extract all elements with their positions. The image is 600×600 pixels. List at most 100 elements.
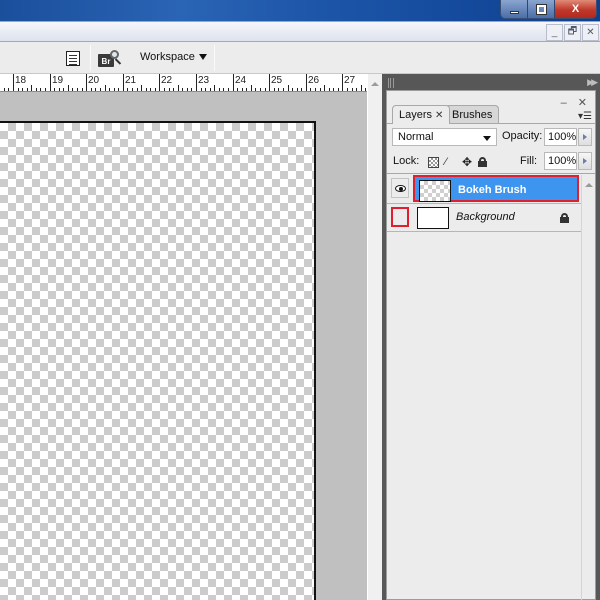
fill-slider-button[interactable]	[578, 152, 592, 170]
ruler-tick	[59, 88, 60, 91]
ruler-tick	[13, 74, 14, 91]
ruler-tick	[365, 88, 366, 91]
lock-transparency-icon[interactable]	[428, 156, 439, 168]
ruler-tick	[191, 88, 192, 91]
ruler-tick	[201, 88, 202, 91]
ruler-tick	[95, 88, 96, 91]
ruler-tick	[86, 74, 87, 91]
ruler-tick	[146, 88, 147, 91]
drag-grip-icon[interactable]	[388, 78, 394, 88]
scroll-up-icon[interactable]	[585, 183, 593, 187]
document-vertical-scrollbar[interactable]	[367, 74, 382, 600]
lock-image-icon[interactable]: ⁄	[445, 156, 456, 168]
collapse-dock-icon[interactable]: ▶▶	[587, 77, 598, 88]
ruler-tick	[4, 88, 5, 91]
ruler-tick	[356, 88, 357, 91]
ruler-label: 22	[161, 75, 173, 86]
chevron-down-icon	[483, 136, 491, 141]
blend-opacity-row: Normal Opacity: 100%	[387, 123, 595, 149]
panel-tab-bar: – ✕ Layers ✕ Brushes ▾☰	[387, 91, 595, 124]
lock-label: Lock:	[393, 155, 420, 167]
document-close-button[interactable]: ✕	[582, 24, 599, 41]
window-close-button[interactable]: X	[555, 0, 596, 18]
ruler-tick	[100, 88, 101, 91]
window-title-bar: X	[0, 0, 600, 21]
document-restore-button[interactable]: 🗗	[564, 24, 581, 41]
restore-icon: 🗗	[567, 26, 578, 37]
ruler-tick	[347, 88, 348, 91]
document-work-area	[0, 92, 367, 600]
workspace-label: Workspace	[140, 51, 195, 63]
document-list-icon[interactable]	[66, 51, 80, 66]
options-bar: Br Workspace	[0, 42, 600, 74]
workspace-menu-button[interactable]: Workspace	[140, 51, 207, 63]
ruler-tick	[333, 88, 334, 91]
ruler-tick	[54, 88, 55, 91]
ruler-tick	[159, 74, 160, 91]
ruler-tick	[77, 88, 78, 91]
panel-menu-icon[interactable]: ▾☰	[578, 111, 592, 122]
layer-thumbnail	[419, 180, 451, 202]
ruler-tick	[45, 88, 46, 91]
ruler-tick	[31, 85, 32, 91]
scroll-up-icon[interactable]	[371, 82, 379, 86]
layer-row-background[interactable]: Background	[387, 203, 581, 231]
bridge-browse-button[interactable]: Br	[98, 50, 122, 68]
horizontal-ruler[interactable]: 18 19 20 21 22 23 24 25 26 27	[0, 74, 367, 92]
blend-mode-value: Normal	[398, 131, 434, 143]
magnifier-icon	[110, 50, 119, 59]
ruler-tick	[169, 88, 170, 91]
ruler-tick	[187, 88, 188, 91]
blend-mode-select[interactable]: Normal	[392, 128, 497, 146]
tab-layers[interactable]: Layers ✕	[392, 105, 451, 124]
ruler-tick	[114, 88, 115, 91]
transparent-canvas[interactable]	[0, 121, 316, 600]
ruler-tick	[338, 88, 339, 91]
ruler-tick	[361, 85, 362, 91]
layers-list: Bokeh Brush Background	[387, 174, 595, 232]
layer-name[interactable]: Bokeh Brush	[458, 184, 526, 196]
window-maximize-button[interactable]	[528, 0, 555, 18]
ruler-tick	[155, 88, 156, 91]
toolbar-separator	[214, 45, 215, 71]
close-icon: X	[571, 3, 580, 15]
layer-name[interactable]: Background	[456, 211, 515, 223]
layer-body[interactable]: Background	[413, 204, 579, 231]
ruler-tick	[297, 88, 298, 91]
ruler-tick	[18, 88, 19, 91]
maximize-icon	[536, 4, 546, 14]
tab-brushes[interactable]: Brushes	[445, 105, 500, 123]
ruler-label: 23	[198, 75, 210, 86]
lock-position-icon[interactable]: ✥	[462, 156, 472, 168]
ruler-tick	[72, 88, 73, 91]
visibility-toggle[interactable]	[391, 178, 409, 198]
ruler-tick	[22, 88, 23, 91]
opacity-input[interactable]: 100%	[544, 128, 577, 146]
window-minimize-button[interactable]	[501, 0, 528, 18]
visibility-toggle[interactable]	[391, 207, 409, 227]
close-icon[interactable]: ✕	[435, 110, 443, 121]
layer-row-bokeh-brush[interactable]: Bokeh Brush	[387, 174, 581, 202]
ruler-tick	[210, 88, 211, 91]
layer-selection-highlight[interactable]: Bokeh Brush	[413, 175, 579, 202]
ruler-tick	[178, 85, 179, 91]
ruler-tick	[27, 88, 28, 91]
layers-panel-scrollbar[interactable]	[581, 175, 595, 600]
lock-all-icon[interactable]	[478, 157, 488, 167]
magnifier-handle	[114, 58, 122, 65]
ruler-tick	[352, 88, 353, 91]
ruler-label: 21	[125, 75, 137, 86]
fill-input[interactable]: 100%	[544, 152, 577, 170]
ruler-label: 27	[344, 75, 356, 86]
ruler-tick	[315, 88, 316, 91]
ruler-tick	[283, 88, 284, 91]
ruler-tick	[219, 88, 220, 91]
opacity-slider-button[interactable]	[578, 128, 592, 146]
ruler-tick	[255, 88, 256, 91]
ruler-tick	[82, 88, 83, 91]
close-icon: ✕	[586, 27, 595, 38]
document-minimize-button[interactable]: _	[546, 24, 563, 41]
ruler-tick	[205, 88, 206, 91]
ruler-label: 19	[52, 75, 64, 86]
panel-minimize-close-controls[interactable]: – ✕	[561, 96, 591, 109]
